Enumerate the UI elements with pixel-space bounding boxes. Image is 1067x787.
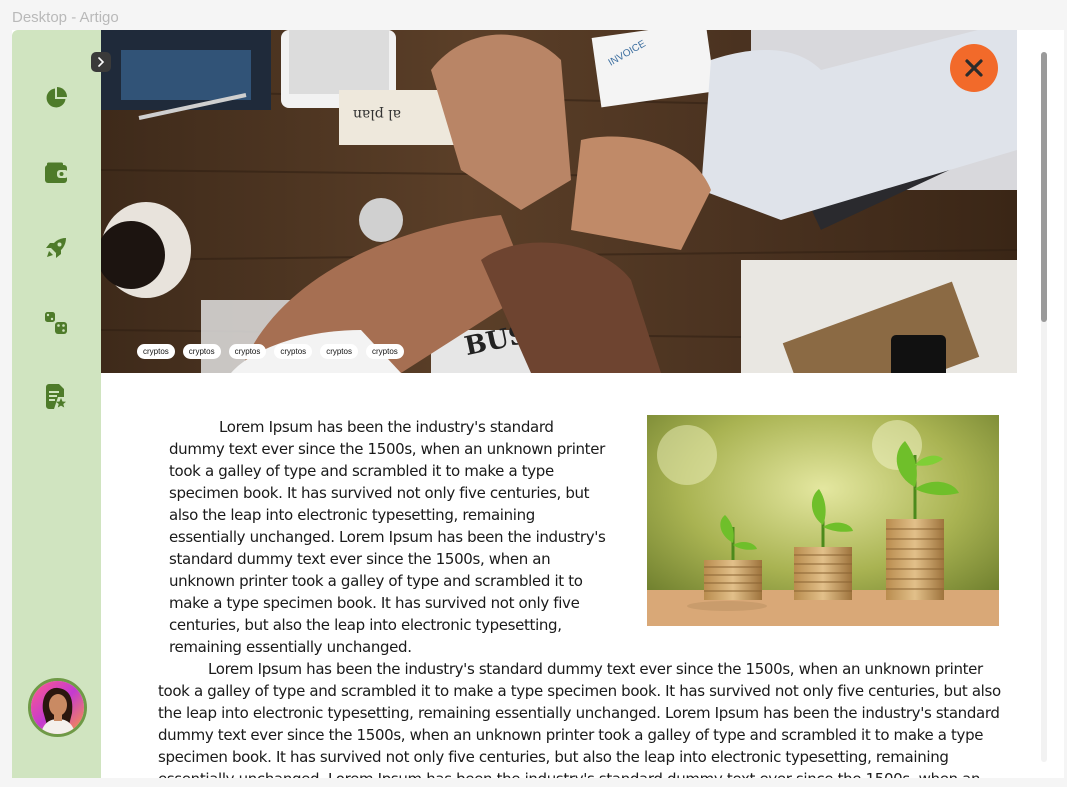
pie-chart-icon[interactable] xyxy=(43,85,69,111)
avatar[interactable] xyxy=(28,678,87,737)
tag-chip[interactable]: cryptos xyxy=(320,344,358,359)
tag-chip[interactable]: cryptos xyxy=(228,344,267,359)
dice-icon[interactable] xyxy=(43,310,69,336)
rocket-icon[interactable] xyxy=(43,235,69,261)
coins-image xyxy=(647,415,999,626)
wallet-icon[interactable] xyxy=(43,160,69,186)
tag-chip[interactable]: cryptos xyxy=(274,344,313,359)
tag-chip[interactable]: cryptos xyxy=(182,344,221,359)
chevron-right-icon[interactable] xyxy=(91,52,111,72)
scrollbar-thumb[interactable] xyxy=(1041,52,1047,322)
article-paragraph: Lorem Ipsum has been the industry's stan… xyxy=(158,660,1001,778)
app-frame: al plan INVOICE BUS cryptos cryptos cryp… xyxy=(12,30,1064,778)
document-star-icon[interactable] xyxy=(43,384,69,410)
close-icon xyxy=(965,59,983,77)
hero-image: al plan INVOICE BUS xyxy=(101,30,1017,373)
svg-text:al plan: al plan xyxy=(353,106,401,122)
window-title: Desktop - Artigo xyxy=(12,9,119,26)
article-paragraph: Lorem Ipsum has been the industry's stan… xyxy=(169,418,606,656)
tag-chip[interactable]: cryptos xyxy=(365,344,404,359)
tag-chip[interactable]: cryptos xyxy=(137,344,175,359)
tag-list: cryptos cryptos cryptos cryptos cryptos … xyxy=(137,344,404,359)
sidebar xyxy=(12,30,101,778)
close-button[interactable] xyxy=(950,44,998,92)
